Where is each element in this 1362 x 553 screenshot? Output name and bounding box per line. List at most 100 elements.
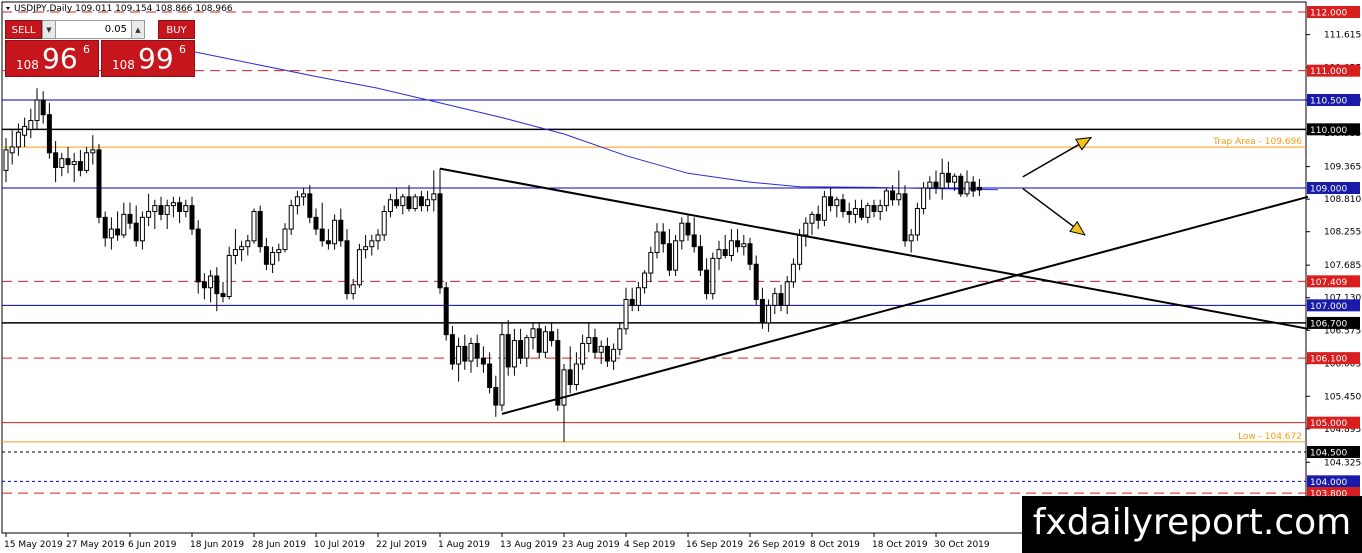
candle-body: [629, 298, 635, 306]
candle-body: [753, 263, 759, 300]
candle-body: [294, 196, 300, 207]
candle-body: [183, 205, 189, 212]
y-tick-label: 111.615: [1324, 31, 1361, 41]
candle: [499, 322, 505, 411]
candle-body: [462, 345, 468, 362]
candle-body: [208, 275, 214, 289]
candle: [257, 205, 263, 253]
candle-body: [970, 181, 976, 192]
x-tick-label: 4 Sep 2019: [624, 540, 676, 550]
candle-body: [270, 252, 276, 265]
candle-body: [505, 334, 511, 368]
lot-decrease-button[interactable]: ▼: [42, 20, 56, 39]
candle-body: [896, 193, 902, 201]
buy-price-box[interactable]: 108 99 6: [101, 40, 195, 77]
sell-button[interactable]: SELL: [5, 20, 42, 39]
x-tick-label: 16 Sep 2019: [686, 540, 743, 550]
candle-body: [933, 181, 939, 189]
price-chart[interactable]: USDJPY,Daily 109.011 109.154 108.866 108…: [0, 0, 1362, 553]
level-price-label: 105.000: [1310, 419, 1347, 429]
candle-body: [325, 240, 331, 245]
candle-body: [90, 149, 96, 154]
candle-body: [220, 293, 226, 298]
candle-body: [288, 205, 294, 230]
candle-body: [338, 219, 344, 242]
candle-body: [635, 287, 641, 306]
x-tick-label: 23 Aug 2019: [562, 540, 620, 550]
candle-body: [642, 272, 648, 289]
candle-body: [598, 345, 604, 353]
candle-body: [152, 205, 158, 212]
candle-body: [865, 205, 871, 218]
candle: [914, 202, 920, 241]
x-tick-label: 1 Aug 2019: [438, 540, 490, 550]
lot-increase-button[interactable]: ▲: [131, 20, 145, 39]
candle-body: [3, 149, 9, 171]
candle-body: [400, 196, 406, 207]
candle-body: [871, 205, 877, 212]
candle-body: [449, 334, 455, 365]
candle-body: [908, 234, 914, 242]
triangle-up-icon: ▲: [135, 26, 141, 34]
level-annotation: Low - 104.672: [1238, 432, 1302, 442]
candle-body: [257, 210, 263, 248]
candle-body: [350, 284, 356, 295]
candle-body: [803, 222, 809, 236]
candle-body: [146, 210, 152, 218]
candle-body: [170, 202, 176, 207]
candle-body: [369, 240, 375, 248]
candle-body: [313, 216, 319, 230]
candle-body: [499, 334, 505, 406]
candle-body: [121, 213, 127, 236]
sell-price-box[interactable]: 108 96 6: [5, 40, 99, 77]
candle-body: [493, 386, 499, 406]
candle-body: [387, 199, 393, 212]
candle-body: [592, 337, 598, 353]
candle-body: [71, 161, 77, 166]
candle-body: [115, 228, 121, 236]
candle: [673, 234, 679, 276]
candle-body: [332, 219, 338, 245]
candle-body: [958, 175, 964, 195]
buy-button[interactable]: BUY: [158, 20, 195, 39]
candle-body: [890, 190, 896, 201]
candle-body: [902, 193, 908, 242]
candle-body: [809, 213, 815, 224]
candle-body: [914, 208, 920, 236]
x-tick-label: 15 May 2019: [4, 540, 63, 550]
buy-price-main: 99: [138, 42, 174, 75]
candle-body: [623, 298, 629, 330]
candle: [251, 208, 257, 244]
candle-body: [158, 205, 164, 215]
candle-body: [65, 158, 71, 166]
candle-body: [307, 193, 313, 218]
candle-body: [46, 114, 52, 154]
candle-body: [542, 331, 548, 353]
candle-body: [511, 340, 517, 368]
sell-price-prefix: 108: [16, 58, 39, 72]
candle-body: [939, 172, 945, 189]
candle: [958, 173, 964, 197]
candle-body: [282, 228, 288, 251]
candle-body: [561, 369, 567, 406]
candle-body: [797, 234, 803, 265]
candle-body: [549, 331, 555, 342]
lot-size-input[interactable]: [56, 20, 131, 39]
candle-body: [177, 202, 183, 212]
candle-body: [139, 216, 145, 242]
candle-body: [766, 304, 772, 324]
candle-body: [883, 190, 889, 207]
candle-body: [927, 181, 933, 189]
candle-body: [480, 357, 486, 365]
candle-body: [375, 234, 381, 242]
candle-body: [276, 249, 282, 254]
candle-body: [108, 228, 114, 239]
candle: [412, 193, 418, 212]
candle-body: [735, 240, 741, 248]
candle-body: [406, 196, 412, 210]
level-price-label: 112.000: [1310, 9, 1347, 19]
candle-body: [697, 246, 703, 271]
candle-body: [22, 125, 28, 136]
candle-body: [381, 210, 387, 236]
candle-body: [704, 269, 710, 295]
